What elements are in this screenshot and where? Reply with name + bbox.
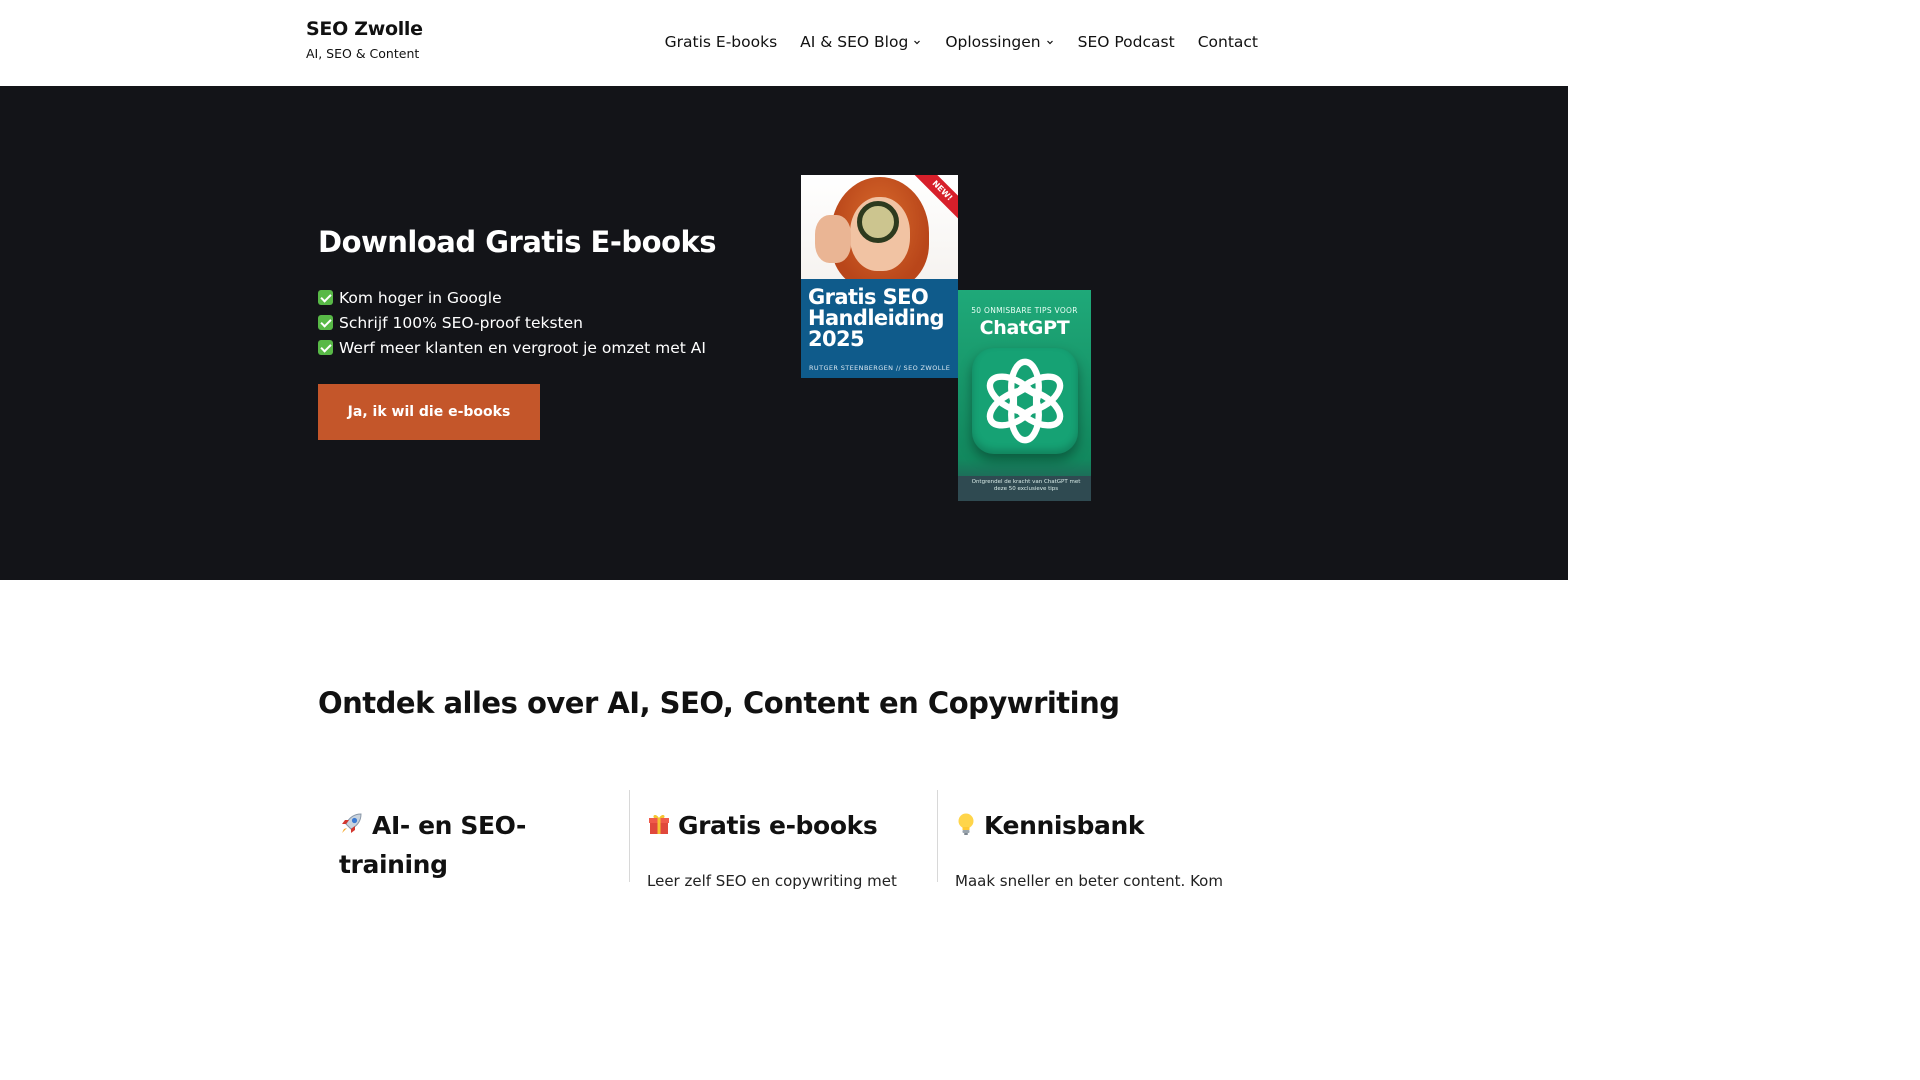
feature-description-kennisbank: Maak sneller en beter content. Kom (955, 872, 1223, 890)
main-navigation: Gratis E-books AI & SEO Blog Oplossingen… (665, 31, 1258, 53)
checkmark-icon (318, 340, 333, 355)
lightbulb-icon (958, 813, 974, 835)
chatgpt-logo-icon (972, 348, 1078, 454)
feature-title-ebooks[interactable]: Gratis e-books (647, 806, 927, 845)
site-title[interactable]: SEO Zwolle (306, 17, 423, 41)
benefit-text: Kom hoger in Google (339, 288, 502, 307)
chevron-down-icon (1046, 40, 1053, 45)
nav-item-label: SEO Podcast (1077, 33, 1175, 51)
seo-handleiding-ebook-cover[interactable]: NEW! Gratis SEO Handleiding 2025 RUTGER … (801, 175, 958, 378)
openai-knot-icon (986, 358, 1064, 444)
cover-photo: NEW! (801, 175, 958, 279)
benefit-text: Werf meer klanten en vergroot je omzet m… (339, 338, 706, 357)
chatgpt-book-footer: Ontgrendel de kracht van ChatGPT met dez… (958, 476, 1091, 501)
site-tagline: AI, SEO & Content (306, 46, 420, 61)
hero-benefits-list: Kom hoger in Google Schrijf 100% SEO-pro… (318, 285, 706, 360)
woman-hand-shape (815, 215, 851, 263)
checkmark-icon (318, 315, 333, 330)
column-divider (937, 790, 938, 882)
benefit-text: Schrijf 100% SEO-proof teksten (339, 313, 583, 332)
site-header: SEO Zwolle AI, SEO & Content Gratis E-bo… (0, 0, 1568, 86)
nav-item-oplossingen[interactable]: Oplossingen (945, 31, 1054, 53)
checkmark-icon (318, 290, 333, 305)
feature-title-kennisbank[interactable]: Kennisbank (955, 806, 1235, 845)
nav-item-seo-podcast[interactable]: SEO Podcast (1078, 31, 1175, 53)
chatgpt-book-title: ChatGPT (979, 317, 1070, 339)
chatgpt-book-kicker: 50 ONMISBARE TIPS VOOR (971, 306, 1078, 315)
nav-item-label: Contact (1197, 33, 1258, 51)
nav-item-contact[interactable]: Contact (1198, 31, 1258, 53)
feature-title-text: AI- en SEO-training (339, 811, 526, 879)
list-item: Kom hoger in Google (318, 285, 706, 310)
feature-title-text: Kennisbank (984, 811, 1145, 840)
chatgpt-tips-ebook-cover[interactable]: 50 ONMISBARE TIPS VOOR ChatGPT Ontgrende… (958, 290, 1091, 501)
hero-title: Download Gratis E-books (318, 225, 717, 259)
hero-section: Download Gratis E-books Kom hoger in Goo… (0, 86, 1568, 580)
column-divider (629, 790, 630, 882)
download-ebooks-button[interactable]: Ja, ik wil die e-books (318, 384, 540, 440)
feature-description-ebooks: Leer zelf SEO en copywriting met (647, 872, 897, 890)
site-logo-link[interactable]: SEO Zwolle AI, SEO & Content (306, 17, 423, 62)
rocket-icon (342, 813, 362, 833)
gift-icon (649, 814, 669, 834)
section-title: Ontdek alles over AI, SEO, Content en Co… (318, 686, 1120, 720)
nav-item-label: Gratis E-books (664, 33, 778, 51)
seo-book-title: Gratis SEO Handleiding 2025 (808, 285, 945, 351)
list-item: Schrijf 100% SEO-proof teksten (318, 310, 706, 335)
list-item: Werf meer klanten en vergroot je omzet m… (318, 335, 706, 360)
nav-item-gratis-e-books[interactable]: Gratis E-books (665, 31, 778, 53)
chatgpt-book-subtitle: Ontgrendel de kracht van ChatGPT met dez… (971, 479, 1081, 492)
feature-title-text: Gratis e-books (678, 811, 878, 840)
chevron-down-icon (914, 40, 921, 45)
magnifying-glass-icon (857, 201, 899, 243)
seo-book-author: RUTGER STEENBERGEN // SEO ZWOLLE (809, 364, 951, 372)
nav-item-label: AI & SEO Blog (800, 33, 909, 51)
nav-item-ai-seo-blog[interactable]: AI & SEO Blog (800, 31, 922, 53)
feature-title-training[interactable]: AI- en SEO-training (339, 806, 569, 884)
nav-item-label: Oplossingen (945, 33, 1041, 51)
